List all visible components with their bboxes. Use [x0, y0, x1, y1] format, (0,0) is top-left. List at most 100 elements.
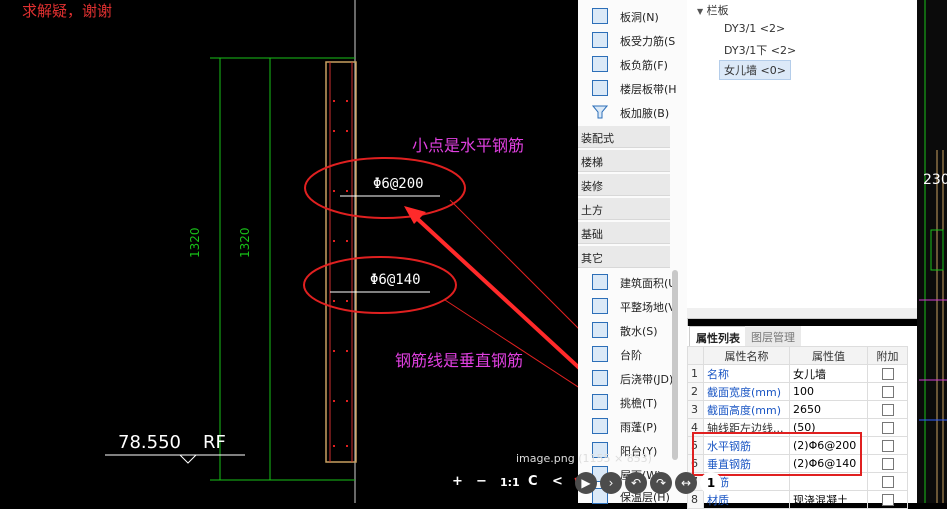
tool-label: 平整场地(V — [620, 301, 676, 314]
dimension-text-1: 1320 — [188, 227, 202, 258]
slab-haunch-icon — [591, 104, 609, 120]
image-viewer-toolbar: image.png (1155 × 853) + − 1:1 C < ▶ › ↶… — [0, 450, 947, 503]
tool-label: 台阶 — [620, 349, 642, 362]
tool-slab-haunch[interactable]: 板加腋(B) — [578, 100, 678, 124]
tree-node[interactable]: DY3/1 <2> — [724, 22, 785, 35]
tool-canopy[interactable]: 雨蓬(P) — [578, 414, 678, 438]
tool-slab-hole[interactable]: 板洞(N) — [578, 4, 678, 28]
actual-size-button[interactable]: 1:1 — [500, 476, 520, 489]
tool-label: 板洞(N) — [620, 11, 659, 24]
table-row[interactable]: 2 截面宽度(mm) 100 — [687, 382, 908, 401]
question-title: 求解疑，谢谢 — [22, 2, 113, 20]
prop-value[interactable]: 2650 — [789, 400, 868, 419]
tool-slab-strip[interactable]: 楼层板带(H — [578, 76, 678, 100]
component-tree: ▼ 栏板 DY3/1 <2> DY3/1下 <2> 女儿墙 <0> — [687, 0, 917, 319]
extra-cell — [867, 418, 908, 437]
tree-group-parapet-slab[interactable]: ▼ 栏板 — [697, 2, 729, 18]
category-label: 装配式 — [581, 132, 614, 145]
dimension-text-2: 1320 — [238, 227, 252, 258]
header-prop-value: 属性值 — [789, 346, 868, 365]
tool-panel-scrollbar[interactable] — [672, 270, 678, 460]
tree-horizontal-scrollbar[interactable] — [687, 308, 917, 318]
category-label: 其它 — [581, 252, 603, 265]
tree-node-selected[interactable]: 女儿墙 <0> — [719, 60, 791, 80]
cad-drawing — [105, 0, 578, 503]
extra-checkbox[interactable] — [881, 404, 894, 416]
table-row[interactable]: 1 名称 女儿墙 — [687, 364, 908, 383]
site-leveling-icon — [592, 298, 608, 314]
extra-cell — [867, 382, 908, 401]
post-cast-strip-icon — [592, 370, 608, 386]
play-icon[interactable]: ▶ — [575, 472, 597, 494]
steps-icon — [592, 346, 608, 362]
category-label: 基础 — [581, 228, 603, 241]
slab-main-rebar-icon — [592, 32, 608, 48]
zoom-out-button[interactable]: − — [476, 474, 487, 489]
tool-label: 板受力筋(S — [620, 35, 676, 48]
tool-post-cast-strip[interactable]: 后浇带(JD) — [578, 366, 678, 390]
apron-icon — [592, 322, 608, 338]
fit-width-icon[interactable]: ↔ — [675, 472, 697, 494]
extra-checkbox[interactable] — [881, 386, 894, 398]
category-other[interactable]: 其它 — [578, 246, 670, 268]
expand-arrow-icon: ▼ — [697, 7, 704, 16]
table-row[interactable]: 3 截面高度(mm) 2650 — [687, 400, 908, 419]
category-prefab[interactable]: 装配式 — [578, 126, 670, 148]
secondary-drawing-strip: 230 — [917, 0, 947, 503]
category-foundation[interactable]: 基础 — [578, 222, 670, 244]
tool-label: 雨蓬(P) — [620, 421, 658, 434]
eave-icon — [592, 394, 608, 410]
row-index: 1 — [687, 364, 704, 383]
tool-building-area[interactable]: 建筑面积(U — [578, 270, 678, 294]
tool-steps[interactable]: 台阶 — [578, 342, 678, 366]
category-label: 土方 — [581, 204, 603, 217]
rebar-label-horizontal: Φ6@200 — [373, 176, 424, 192]
strip-text: 230 — [923, 172, 947, 188]
extra-cell — [867, 400, 908, 419]
extra-checkbox[interactable] — [881, 368, 894, 380]
prop-name: 名称 — [703, 364, 790, 383]
table-header-row: 属性名称 属性值 附加 — [687, 346, 908, 365]
slab-hole-icon — [592, 8, 608, 24]
cad-canvas[interactable]: 求解疑，谢谢 Φ6@200 Φ6@140 1320 1320 78.550 RF… — [0, 0, 578, 503]
extra-checkbox[interactable] — [881, 422, 894, 434]
tool-label: 板加腋(B) — [620, 107, 670, 120]
prev-button[interactable]: < — [552, 474, 563, 489]
image-caption: image.png (1155 × 853) — [516, 452, 652, 465]
tool-site-leveling[interactable]: 平整场地(V — [578, 294, 678, 318]
header-index — [687, 346, 704, 365]
tab-layer-management[interactable]: 图层管理 — [745, 326, 801, 346]
tool-apron[interactable]: 散水(S) — [578, 318, 678, 342]
category-stairs[interactable]: 楼梯 — [578, 150, 670, 172]
tool-label: 散水(S) — [620, 325, 658, 338]
category-label: 装修 — [581, 180, 603, 193]
tab-property-list[interactable]: 属性列表 — [689, 326, 747, 346]
prop-value[interactable]: 女儿墙 — [789, 364, 868, 383]
prop-value[interactable]: 100 — [789, 382, 868, 401]
rebar-label-vertical: Φ6@140 — [370, 272, 421, 288]
annotation-vertical-rebar: 钢筋线是垂直钢筋 — [395, 351, 524, 370]
prop-name: 截面宽度(mm) — [703, 382, 790, 401]
extra-cell — [867, 364, 908, 383]
category-decoration[interactable]: 装修 — [578, 174, 670, 196]
tool-label: 后浇带(JD) — [620, 373, 674, 386]
redo-icon[interactable]: ↷ — [650, 472, 672, 494]
slab-negative-rebar-icon — [592, 56, 608, 72]
tool-slab-negative-rebar[interactable]: 板负筋(F) — [578, 52, 678, 76]
zoom-in-button[interactable]: + — [452, 474, 463, 489]
tree-node[interactable]: DY3/1下 <2> — [724, 42, 796, 58]
tool-slab-main-rebar[interactable]: 板受力筋(S — [578, 28, 678, 52]
building-area-icon — [592, 274, 608, 290]
row-index: 3 — [687, 400, 704, 419]
tool-eave[interactable]: 挑檐(T) — [578, 390, 678, 414]
row-index: 2 — [687, 382, 704, 401]
page-number-badge[interactable]: 1 — [700, 472, 722, 494]
rotate-button[interactable]: C — [528, 474, 538, 489]
category-earthwork[interactable]: 土方 — [578, 198, 670, 220]
header-prop-name: 属性名称 — [703, 346, 790, 365]
header-extra: 附加 — [867, 346, 908, 365]
undo-icon[interactable]: ↶ — [625, 472, 647, 494]
tree-group-label: 栏板 — [706, 4, 729, 17]
next-icon[interactable]: › — [600, 472, 622, 494]
tool-label: 楼层板带(H — [620, 83, 677, 96]
